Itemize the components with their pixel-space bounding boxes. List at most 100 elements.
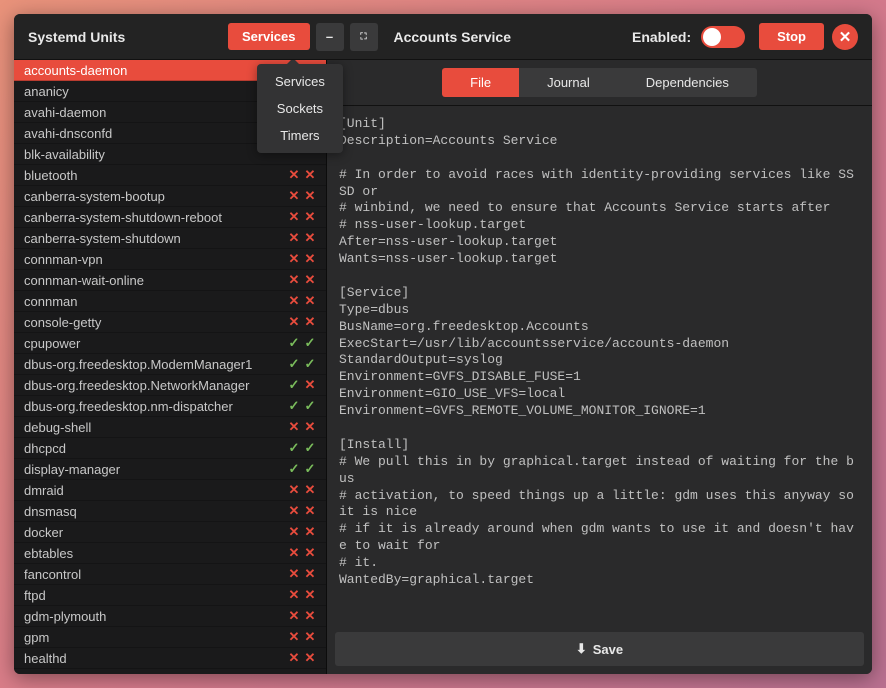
cross-icon: ✕: [304, 629, 316, 645]
unit-name: dbus-org.freedesktop.ModemManager1: [24, 357, 288, 372]
cross-icon: ✕: [304, 293, 316, 309]
check-icon: ✓: [304, 356, 316, 372]
cross-icon: ✕: [304, 524, 316, 540]
status-icons: ✕✕: [288, 188, 316, 204]
file-content[interactable]: [Unit] Description=Accounts Service # In…: [327, 106, 872, 632]
cross-icon: ✕: [288, 230, 300, 246]
check-icon: ✓: [288, 377, 300, 393]
app-title: Systemd Units: [28, 29, 228, 45]
cross-icon: ✕: [304, 545, 316, 561]
unit-list-item[interactable]: display-manager✓✓: [14, 459, 326, 480]
dropdown-item-services[interactable]: Services: [257, 68, 343, 95]
unit-name: gpm: [24, 630, 288, 645]
cross-icon: ✕: [288, 314, 300, 330]
unit-list-item[interactable]: gdm-plymouth✕✕: [14, 606, 326, 627]
stop-button[interactable]: Stop: [759, 23, 824, 50]
cross-icon: ✕: [304, 230, 316, 246]
cross-icon: ✕: [304, 650, 316, 666]
unit-list-item[interactable]: dnsmasq✕✕: [14, 501, 326, 522]
minimize-button[interactable]: –: [316, 23, 344, 51]
unit-name: dmraid: [24, 483, 288, 498]
main-panel: FileJournalDependencies [Unit] Descripti…: [327, 60, 872, 674]
status-icons: ✕✕: [288, 482, 316, 498]
check-icon: ✓: [304, 461, 316, 477]
cross-icon: ✕: [304, 167, 316, 183]
unit-name: connman-vpn: [24, 252, 288, 267]
content-area: accounts-daemon✓✓ananicyavahi-daemonavah…: [14, 60, 872, 674]
unit-list-item[interactable]: gpm✕✕: [14, 627, 326, 648]
check-icon: ✓: [288, 440, 300, 456]
cross-icon: ✕: [288, 503, 300, 519]
status-icons: ✕✕: [288, 650, 316, 666]
cross-icon: ✕: [304, 377, 316, 393]
status-icons: ✕✕: [288, 629, 316, 645]
unit-name: canberra-system-shutdown-reboot: [24, 210, 288, 225]
unit-list-item[interactable]: connman✕✕: [14, 291, 326, 312]
check-icon: ✓: [304, 398, 316, 414]
unit-list-item[interactable]: dhcpcd✓✓: [14, 438, 326, 459]
tab-file[interactable]: File: [442, 68, 519, 97]
cross-icon: ✕: [288, 629, 300, 645]
cross-icon: ✕: [288, 608, 300, 624]
dropdown-item-timers[interactable]: Timers: [257, 122, 343, 149]
unit-list-item[interactable]: healthd✕✕: [14, 648, 326, 669]
units-filter-button[interactable]: Services: [228, 23, 310, 50]
unit-name: canberra-system-shutdown: [24, 231, 288, 246]
unit-name: display-manager: [24, 462, 288, 477]
status-icons: ✕✕: [288, 209, 316, 225]
tab-journal[interactable]: Journal: [519, 68, 618, 97]
cross-icon: ✕: [288, 167, 300, 183]
unit-list-item[interactable]: canberra-system-bootup✕✕: [14, 186, 326, 207]
unit-name: dbus-org.freedesktop.nm-dispatcher: [24, 399, 288, 414]
enabled-toggle[interactable]: [701, 26, 745, 48]
tab-dependencies[interactable]: Dependencies: [618, 68, 757, 97]
status-icons: ✕✕: [288, 587, 316, 603]
tabs-bar: FileJournalDependencies: [327, 60, 872, 106]
cross-icon: ✕: [288, 566, 300, 582]
unit-list-item[interactable]: cpupower✓✓: [14, 333, 326, 354]
status-icons: ✕✕: [288, 545, 316, 561]
status-icons: ✕✕: [288, 230, 316, 246]
unit-list-item[interactable]: connman-vpn✕✕: [14, 249, 326, 270]
cross-icon: ✕: [288, 650, 300, 666]
status-icons: ✓✓: [288, 335, 316, 351]
cross-icon: ✕: [288, 419, 300, 435]
cross-icon: ✕: [288, 587, 300, 603]
cross-icon: ✕: [288, 251, 300, 267]
close-button[interactable]: ✕: [832, 24, 858, 50]
cross-icon: ✕: [304, 272, 316, 288]
unit-list-item[interactable]: canberra-system-shutdown✕✕: [14, 228, 326, 249]
dropdown-item-sockets[interactable]: Sockets: [257, 95, 343, 122]
cross-icon: ✕: [288, 545, 300, 561]
unit-list-item[interactable]: debug-shell✕✕: [14, 417, 326, 438]
maximize-button[interactable]: ⛶: [350, 23, 378, 51]
unit-list-item[interactable]: ebtables✕✕: [14, 543, 326, 564]
status-icons: ✕✕: [288, 503, 316, 519]
check-icon: ✓: [304, 440, 316, 456]
cross-icon: ✕: [288, 272, 300, 288]
unit-list-item[interactable]: dbus-org.freedesktop.ModemManager1✓✓: [14, 354, 326, 375]
status-icons: ✕✕: [288, 251, 316, 267]
cross-icon: ✕: [288, 293, 300, 309]
unit-list-item[interactable]: console-getty✕✕: [14, 312, 326, 333]
unit-list-item[interactable]: docker✕✕: [14, 522, 326, 543]
unit-list-item[interactable]: dmraid✕✕: [14, 480, 326, 501]
unit-name: canberra-system-bootup: [24, 189, 288, 204]
unit-list-item[interactable]: dbus-org.freedesktop.nm-dispatcher✓✓: [14, 396, 326, 417]
unit-list-item[interactable]: ftpd✕✕: [14, 585, 326, 606]
check-icon: ✓: [304, 335, 316, 351]
cross-icon: ✕: [288, 209, 300, 225]
unit-list-item[interactable]: dbus-org.freedesktop.NetworkManager✓✕: [14, 375, 326, 396]
status-icons: ✕✕: [288, 608, 316, 624]
status-icons: ✕✕: [288, 314, 316, 330]
save-button[interactable]: ⬇ Save: [335, 632, 864, 666]
unit-list-item[interactable]: canberra-system-shutdown-reboot✕✕: [14, 207, 326, 228]
unit-name: dnsmasq: [24, 504, 288, 519]
enabled-label: Enabled:: [632, 29, 691, 45]
unit-list-item[interactable]: connman-wait-online✕✕: [14, 270, 326, 291]
unit-name: gdm-plymouth: [24, 609, 288, 624]
check-icon: ✓: [288, 356, 300, 372]
check-icon: ✓: [288, 461, 300, 477]
unit-list-item[interactable]: bluetooth✕✕: [14, 165, 326, 186]
unit-list-item[interactable]: fancontrol✕✕: [14, 564, 326, 585]
